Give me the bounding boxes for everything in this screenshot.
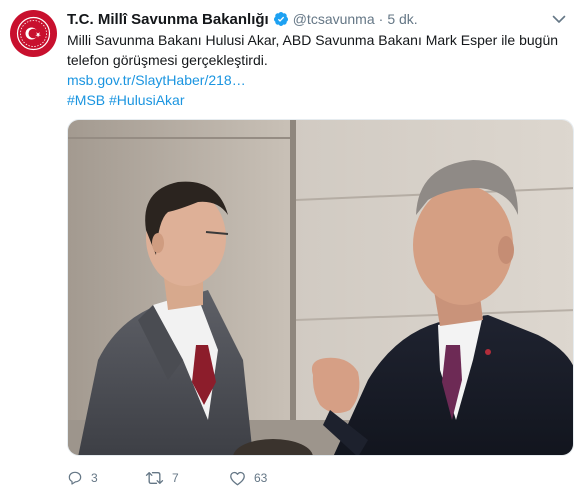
avatar[interactable] <box>10 10 57 57</box>
reply-button[interactable]: 3 <box>67 470 145 486</box>
tweet-actions: 3 7 63 <box>67 467 319 489</box>
display-name[interactable]: T.C. Millî Savunma Bakanlığı <box>67 11 269 28</box>
user-handle[interactable]: @tcsavunma <box>293 11 375 27</box>
chevron-down-icon[interactable] <box>548 8 570 30</box>
photo-two-officials <box>68 120 573 455</box>
reply-icon <box>68 471 82 485</box>
tweet-text-line-1: Milli Savunma Bakanı Hulusi Akar, ABD Sa… <box>67 32 559 48</box>
tweet-text-line-2: telefon görüşmesi gerçekleştirdi. <box>67 52 268 68</box>
hashtag-hulusiakar[interactable]: #HulusiAkar <box>109 92 184 108</box>
timestamp[interactable]: 5 dk. <box>387 11 417 27</box>
like-count: 63 <box>254 471 268 485</box>
reply-count: 3 <box>91 471 98 485</box>
like-button[interactable]: 63 <box>229 470 319 486</box>
tweet-photo[interactable] <box>67 119 574 456</box>
ministry-emblem-icon <box>10 10 57 57</box>
header-separator: · <box>378 11 384 27</box>
hashtag-msb[interactable]: #MSB <box>67 92 105 108</box>
retweet-button[interactable]: 7 <box>145 470 229 486</box>
tweet-card[interactable]: T.C. Millî Savunma Bakanlığı @tcsavunma … <box>0 0 581 493</box>
retweet-count: 7 <box>172 471 179 485</box>
verified-badge-icon <box>273 12 288 26</box>
tweet-link[interactable]: msb.gov.tr/SlaytHaber/218… <box>67 70 567 90</box>
tweet-header: T.C. Millî Savunma Bakanlığı @tcsavunma … <box>67 9 418 29</box>
heart-icon <box>230 471 245 486</box>
tweet-text: Milli Savunma Bakanı Hulusi Akar, ABD Sa… <box>67 30 567 110</box>
retweet-icon <box>145 472 164 484</box>
